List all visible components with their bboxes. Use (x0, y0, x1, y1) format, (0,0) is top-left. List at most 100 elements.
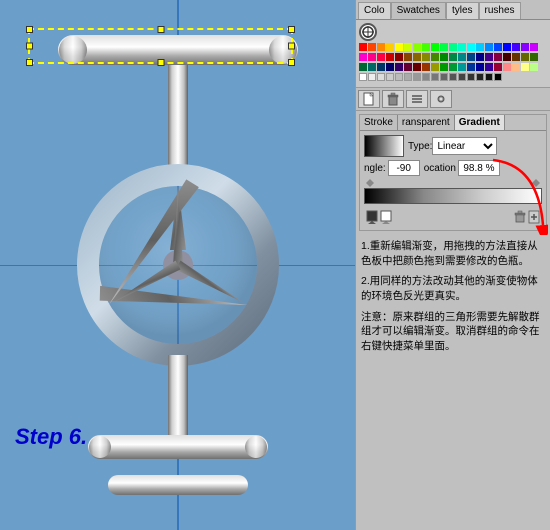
swatch-cell[interactable] (476, 43, 484, 51)
grayscale-swatch[interactable] (413, 73, 421, 81)
swatch-cell[interactable] (503, 43, 511, 51)
swatch-cell[interactable] (386, 43, 394, 51)
swatch-cell[interactable] (530, 43, 538, 51)
grayscale-swatch[interactable] (494, 73, 502, 81)
grad-tab-gradient[interactable]: Gradient (455, 115, 505, 130)
grayscale-swatch[interactable] (431, 73, 439, 81)
grayscale-swatch[interactable] (422, 73, 430, 81)
target-icon[interactable] (359, 23, 377, 41)
swatch-cell[interactable] (359, 43, 367, 51)
swatch-cell[interactable] (359, 63, 367, 71)
tab-color[interactable]: Colo (358, 2, 391, 19)
grayscale-swatch[interactable] (467, 73, 475, 81)
grad-tab-stroke[interactable]: Stroke (360, 115, 398, 130)
swatch-cell[interactable] (440, 63, 448, 71)
grayscale-swatch[interactable] (386, 73, 394, 81)
grayscale-swatch[interactable] (404, 73, 412, 81)
icon-new[interactable] (358, 90, 380, 108)
grayscale-swatch[interactable] (395, 73, 403, 81)
swatch-cell[interactable] (359, 53, 367, 61)
swatch-cell[interactable] (431, 63, 439, 71)
swatch-cell[interactable] (467, 43, 475, 51)
swatch-cell[interactable] (467, 63, 475, 71)
type-select[interactable]: Linear (432, 137, 497, 155)
swatch-cell[interactable] (494, 43, 502, 51)
swatch-cell[interactable] (368, 43, 376, 51)
swatch-cell[interactable] (476, 63, 484, 71)
swatch-cell[interactable] (413, 63, 421, 71)
stop-add[interactable] (528, 210, 540, 224)
stop-white[interactable] (380, 210, 392, 224)
swatch-cell[interactable] (395, 53, 403, 61)
swatch-cell[interactable] (440, 53, 448, 61)
swatch-cell[interactable] (485, 53, 493, 61)
swatch-cell[interactable] (422, 53, 430, 61)
swatch-cell[interactable] (404, 63, 412, 71)
swatch-cell[interactable] (431, 53, 439, 61)
angle-input[interactable] (388, 160, 420, 176)
swatch-cell[interactable] (413, 43, 421, 51)
handle-bm[interactable] (157, 59, 164, 66)
swatch-cell[interactable] (530, 53, 538, 61)
swatch-cell[interactable] (530, 63, 538, 71)
stop-trash[interactable] (514, 210, 526, 224)
grayscale-swatch[interactable] (377, 73, 385, 81)
swatch-cell[interactable] (467, 53, 475, 61)
swatch-cell[interactable] (440, 43, 448, 51)
swatch-cell[interactable] (377, 43, 385, 51)
gradient-bar[interactable] (364, 188, 542, 204)
swatch-cell[interactable] (395, 43, 403, 51)
grad-tab-transparent[interactable]: ransparent (398, 115, 455, 130)
icon-settings[interactable] (430, 90, 452, 108)
swatch-cell[interactable] (368, 53, 376, 61)
grayscale-swatch[interactable] (458, 73, 466, 81)
swatch-cell[interactable] (521, 43, 529, 51)
grayscale-swatch[interactable] (440, 73, 448, 81)
stop-diamond-left[interactable] (366, 179, 374, 187)
handle-tr[interactable] (288, 26, 295, 33)
stop-diamond-right[interactable] (532, 179, 540, 187)
icon-trash[interactable] (382, 90, 404, 108)
grayscale-swatch[interactable] (449, 73, 457, 81)
location-input[interactable] (458, 160, 500, 176)
tab-swatches[interactable]: Swatches (391, 2, 446, 19)
handle-bl[interactable] (26, 59, 33, 66)
swatch-cell[interactable] (485, 63, 493, 71)
swatch-cell[interactable] (503, 63, 511, 71)
swatch-cell[interactable] (404, 53, 412, 61)
grayscale-swatch[interactable] (359, 73, 367, 81)
icon-menu[interactable] (406, 90, 428, 108)
handle-tl[interactable] (26, 26, 33, 33)
handle-ml[interactable] (26, 43, 33, 50)
tab-styles[interactable]: tyles (446, 2, 479, 19)
swatch-cell[interactable] (458, 43, 466, 51)
swatch-cell[interactable] (458, 63, 466, 71)
swatch-cell[interactable] (449, 53, 457, 61)
swatch-cell[interactable] (386, 53, 394, 61)
swatch-cell[interactable] (422, 63, 430, 71)
swatch-cell[interactable] (521, 63, 529, 71)
swatch-cell[interactable] (395, 63, 403, 71)
swatch-cell[interactable] (521, 53, 529, 61)
grayscale-swatch[interactable] (368, 73, 376, 81)
swatch-cell[interactable] (413, 53, 421, 61)
swatch-cell[interactable] (449, 43, 457, 51)
swatch-cell[interactable] (431, 43, 439, 51)
swatch-cell[interactable] (512, 53, 520, 61)
tab-brushes[interactable]: rushes (479, 2, 521, 19)
swatch-cell[interactable] (512, 63, 520, 71)
swatch-cell[interactable] (512, 43, 520, 51)
swatch-cell[interactable] (368, 63, 376, 71)
swatch-cell[interactable] (404, 43, 412, 51)
swatch-cell[interactable] (458, 53, 466, 61)
swatch-cell[interactable] (485, 43, 493, 51)
stop-black[interactable] (366, 210, 378, 224)
grayscale-swatch[interactable] (476, 73, 484, 81)
handle-mr[interactable] (288, 43, 295, 50)
handle-br[interactable] (288, 59, 295, 66)
swatch-cell[interactable] (386, 63, 394, 71)
swatch-cell[interactable] (449, 63, 457, 71)
swatch-cell[interactable] (494, 63, 502, 71)
swatch-cell[interactable] (494, 53, 502, 61)
grayscale-swatch[interactable] (485, 73, 493, 81)
